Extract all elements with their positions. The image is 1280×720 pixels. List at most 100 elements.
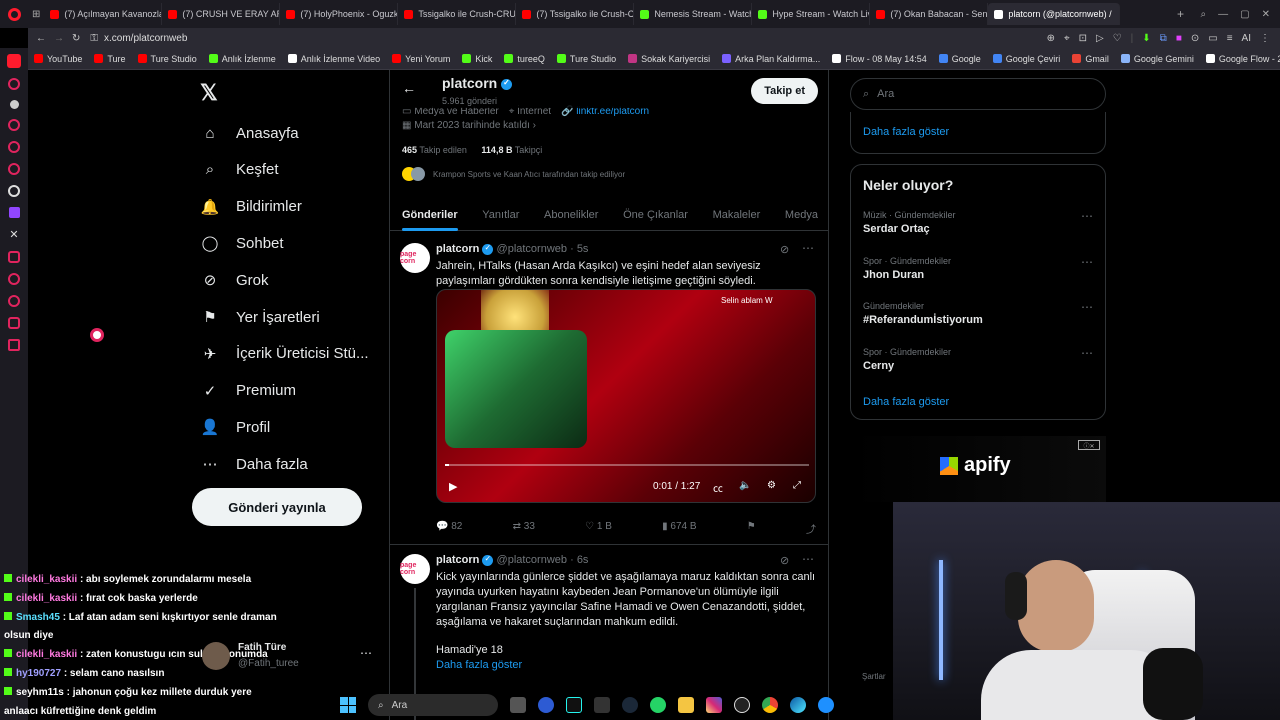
more-icon[interactable]: ⋮ xyxy=(1260,33,1270,44)
browser-tab[interactable]: (7) HolyPhoenix - Oguzk xyxy=(280,3,399,25)
tab-controls[interactable]: ⊞ xyxy=(28,9,44,20)
back-icon[interactable]: ← xyxy=(36,33,46,44)
tweet-author-name[interactable]: platcorn xyxy=(436,243,479,255)
browser-tab[interactable]: platcorn (@platcornweb) / xyxy=(988,3,1121,25)
forward-icon[interactable]: → xyxy=(54,33,64,44)
nav-item[interactable]: ⊘ Grok xyxy=(200,268,269,292)
account-switcher[interactable]: Fatih Türe @Fatih_turee ⋯ xyxy=(200,640,380,676)
video-play-icon[interactable]: ▶ xyxy=(449,480,457,493)
bookmark-item[interactable]: Gmail xyxy=(1072,54,1109,64)
nav-item[interactable]: ⚑ Yer İşaretleri xyxy=(200,305,319,329)
snapshot-icon[interactable]: ⊙ xyxy=(1191,33,1199,44)
trend-more-icon[interactable]: ⋯ xyxy=(1081,255,1093,269)
bookmark-item[interactable]: Google xyxy=(938,54,981,64)
tweet[interactable]: page corn platcorn @platcornweb · 5s ⊘ ⋯… xyxy=(390,233,828,545)
menu-icon[interactable]: ≡ xyxy=(1227,33,1233,44)
browser-tab[interactable]: (7) CRUSH VE ERAY ARA xyxy=(162,3,281,25)
sidebar-messenger-icon[interactable] xyxy=(8,141,20,153)
nav-item[interactable]: ⋯ Daha fazla xyxy=(200,452,308,476)
browser-tab[interactable]: Nemesis Stream - Watch xyxy=(634,3,753,25)
grok-icon[interactable]: ⊘ xyxy=(780,554,789,567)
app-icon[interactable] xyxy=(538,697,554,713)
browser-tab[interactable]: Hype Stream - Watch Liv xyxy=(752,3,871,25)
profile-tab[interactable]: Öne Çıkanlar xyxy=(623,209,688,221)
tweet-author-name[interactable]: platcorn xyxy=(436,554,479,566)
sidebar-location-icon[interactable] xyxy=(8,163,20,175)
trend-more-icon[interactable]: ⋯ xyxy=(1081,346,1093,360)
extension-icon[interactable]: ■ xyxy=(1176,33,1182,44)
wallet-icon[interactable]: ▭ xyxy=(1208,33,1217,44)
x-logo-icon[interactable]: 𝕏 xyxy=(200,80,218,106)
taskbar-search[interactable]: ⌕ Ara xyxy=(368,694,498,716)
site-info-icon[interactable]: ⚿ xyxy=(90,33,98,44)
ai-icon[interactable]: AI xyxy=(1242,33,1251,44)
epic-games-icon[interactable] xyxy=(594,697,610,713)
show-more-link[interactable]: Daha fazla göster xyxy=(863,396,949,408)
sidebar-dot-icon[interactable] xyxy=(9,100,19,109)
tweet-avatar[interactable]: page corn xyxy=(400,554,430,584)
show-more-link[interactable]: Daha fazla göster xyxy=(863,126,949,138)
nav-item[interactable]: 🔔 Bildirimler xyxy=(200,195,302,219)
sidebar-home-icon[interactable] xyxy=(7,54,21,68)
profile-tab[interactable]: Gönderiler xyxy=(402,209,458,231)
show-more-link[interactable]: Daha fazla göster xyxy=(436,659,522,671)
profile-tab[interactable]: Yanıtlar xyxy=(482,209,519,221)
browser-tab[interactable]: Tssigalko ile Crush-CRUS xyxy=(398,3,517,25)
bookmark-item[interactable]: Ture Studio xyxy=(137,54,197,64)
profile-tab[interactable]: Abonelikler xyxy=(544,209,598,221)
nav-item[interactable]: ⌂ Anasayfa xyxy=(200,121,298,145)
bookmark-item[interactable]: Arka Plan Kaldırma... xyxy=(722,54,820,64)
sidebar-gpt-icon[interactable] xyxy=(8,185,20,197)
chrome-icon[interactable] xyxy=(762,697,778,713)
video-settings-icon[interactable]: ⚙ xyxy=(767,480,776,491)
url-field[interactable]: x.com/platcornweb xyxy=(104,33,1047,44)
window-controls[interactable]: ⌕ — ▢ ✕ xyxy=(1191,9,1280,20)
bookmark-item[interactable]: Anlık İzlenme xyxy=(208,54,276,64)
reload-icon[interactable]: ↻ xyxy=(72,33,80,44)
captions-icon[interactable]: ㏄ xyxy=(713,480,723,495)
search-tabs-icon[interactable]: ⌕ xyxy=(1201,9,1207,20)
task-view-icon[interactable] xyxy=(510,697,526,713)
search-box[interactable]: ⌕ Ara xyxy=(850,78,1106,110)
steam-icon[interactable] xyxy=(622,697,638,713)
maximize-icon[interactable]: ▢ xyxy=(1240,9,1249,20)
profile-tab[interactable]: Makaleler xyxy=(713,209,761,221)
share-icon[interactable]: ⤴ xyxy=(806,521,816,536)
sidebar-chat-icon[interactable] xyxy=(8,78,20,90)
download-icon[interactable]: ⬇ xyxy=(1142,33,1150,44)
follow-button[interactable]: Takip et xyxy=(751,78,818,104)
instagram-icon[interactable] xyxy=(706,697,722,713)
volume-icon[interactable]: 🔈 xyxy=(739,480,751,491)
bookmark-item[interactable]: Anlık İzlenme Video xyxy=(287,54,380,64)
nav-item[interactable]: ✈ İçerik Üreticisi Stü... xyxy=(200,342,369,366)
camera-icon[interactable]: ⊡ xyxy=(1079,33,1087,44)
whatsapp-icon[interactable] xyxy=(650,697,666,713)
tweet-video[interactable]: Selin ablam W ▶ 0:01 / 1:27 ㏄ 🔈 ⚙ ⤢ xyxy=(436,289,816,503)
trend-item[interactable]: Gündemdekiler #Referandumİstiyorum xyxy=(863,301,1083,326)
bookmark-item[interactable]: Ture xyxy=(94,54,126,64)
bookmark-item[interactable]: Google Flow - 22... xyxy=(1205,54,1280,64)
pin-icon[interactable]: ⌖ xyxy=(1064,33,1070,44)
tweet-time[interactable]: 5s xyxy=(577,243,589,255)
bookmark-item[interactable]: Kick xyxy=(462,54,492,64)
zoom-icon[interactable]: ⊕ xyxy=(1047,33,1055,44)
trend-more-icon[interactable]: ⋯ xyxy=(1081,209,1093,223)
post-button[interactable]: Gönderi yayınla xyxy=(192,488,362,526)
nav-item[interactable]: 👤 Profil xyxy=(200,415,271,439)
edge-icon[interactable] xyxy=(790,697,806,713)
trend-more-icon[interactable]: ⋯ xyxy=(1081,300,1093,314)
account-more-icon[interactable]: ⋯ xyxy=(360,646,372,660)
bookmark-item[interactable]: Google Çeviri xyxy=(992,54,1060,64)
browser-tab[interactable]: (7) Açılmayan Kavanozlar xyxy=(44,3,163,25)
windows-start-icon[interactable] xyxy=(340,697,356,713)
like-button[interactable]: ♡ 1 B xyxy=(585,521,612,536)
tweet-more-icon[interactable]: ⋯ xyxy=(802,241,814,255)
translate-icon[interactable]: ⧉ xyxy=(1160,33,1167,44)
minimize-icon[interactable]: — xyxy=(1218,9,1228,20)
trend-item[interactable]: Müzik · Gündemdekiler Serdar Ortaç xyxy=(863,210,1083,235)
explorer-icon[interactable] xyxy=(678,697,694,713)
heart-icon[interactable]: ♡ xyxy=(1113,33,1122,44)
fullscreen-icon[interactable]: ⤢ xyxy=(793,480,801,491)
sidebar-instagram-icon[interactable] xyxy=(8,251,20,263)
app-blue-icon[interactable] xyxy=(818,697,834,713)
